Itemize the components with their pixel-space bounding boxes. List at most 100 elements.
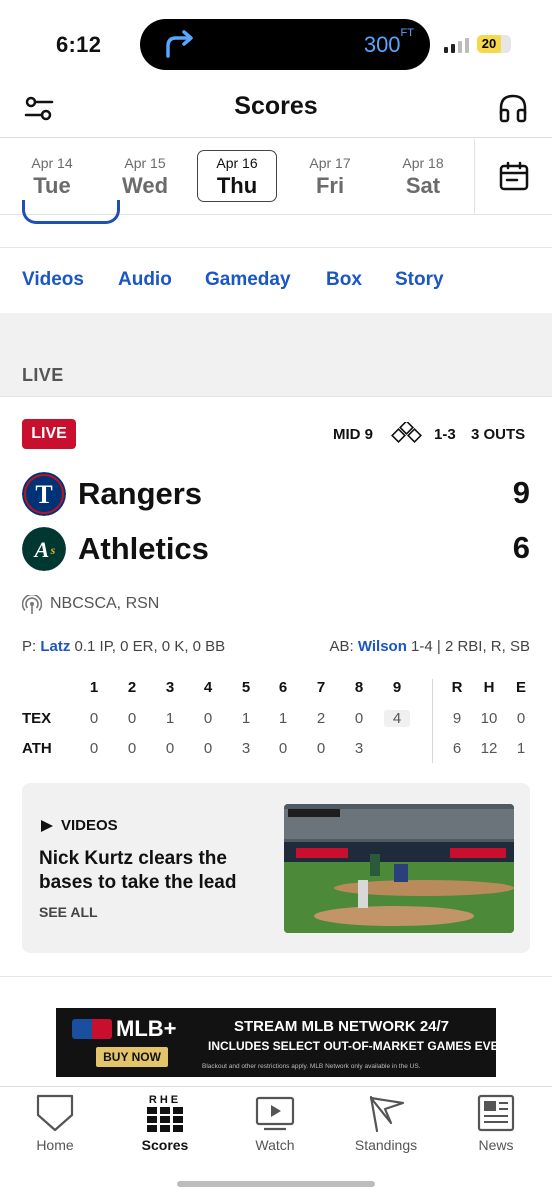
video-label-text: VIDEOS bbox=[61, 817, 118, 834]
ad-banner[interactable]: MLB+ BUY NOW STREAM MLB NETWORK 24/7 INC… bbox=[56, 1008, 496, 1077]
partial-button[interactable] bbox=[22, 200, 120, 224]
calendar-button[interactable] bbox=[474, 139, 552, 214]
date-tab-thu[interactable]: Apr 16 Thu bbox=[197, 150, 277, 202]
link-gameday[interactable]: Gameday bbox=[205, 269, 291, 291]
hits-cell: 10 bbox=[480, 710, 498, 727]
battery-level: 20 bbox=[481, 36, 497, 51]
bases-diamond-icon bbox=[391, 422, 422, 443]
tab-home[interactable]: Home bbox=[0, 1093, 110, 1153]
svg-text:A: A bbox=[33, 537, 50, 562]
date-tab-sat[interactable]: Apr 18 Sat bbox=[383, 150, 463, 202]
scores-icon-label: RHE bbox=[149, 1094, 181, 1106]
link-box[interactable]: Box bbox=[326, 269, 362, 291]
headphones-icon[interactable] bbox=[498, 92, 528, 124]
inning-header: 5 bbox=[241, 679, 251, 696]
linescore[interactable]: 1 2 3 4 5 6 7 8 9 R H E TEX 0 0 1 0 1 1 … bbox=[0, 679, 552, 769]
watch-tv-icon bbox=[255, 1096, 295, 1131]
home-team-row[interactable]: A s Athletics 6 bbox=[22, 527, 532, 571]
date-tab-month-day: Apr 18 bbox=[402, 155, 444, 171]
runs-header: R bbox=[451, 679, 463, 696]
inning-header: 4 bbox=[203, 679, 213, 696]
date-tab-fri[interactable]: Apr 17 Fri bbox=[290, 150, 370, 202]
batter-name[interactable]: Wilson bbox=[358, 638, 407, 655]
home-plate-icon bbox=[36, 1094, 74, 1132]
pitcher-name[interactable]: Latz bbox=[40, 638, 70, 655]
ad-disclaimer: Blackout and other restrictions apply. M… bbox=[202, 1063, 421, 1070]
date-tab-weekday: Wed bbox=[121, 173, 169, 198]
broadcast-icon bbox=[22, 595, 42, 614]
date-tab-month-day: Apr 16 bbox=[216, 155, 258, 171]
navigation-distance: 300FT bbox=[363, 26, 414, 57]
page-title: Scores bbox=[234, 92, 318, 120]
batter-prefix: AB: bbox=[329, 638, 354, 655]
inning-status: MID 9 bbox=[333, 426, 374, 443]
inning-header: 7 bbox=[316, 679, 326, 696]
errors-header: E bbox=[515, 679, 526, 696]
runs-cell: 9 bbox=[452, 710, 462, 727]
video-title[interactable]: Nick Kurtz clears the bases to take the … bbox=[39, 847, 259, 895]
tab-news-label: News bbox=[478, 1137, 514, 1153]
inning-cell: 3 bbox=[241, 740, 251, 757]
linescore-divider bbox=[432, 679, 433, 763]
pitcher-line: P: Latz 0.1 IP, 0 ER, 0 K, 0 BB bbox=[22, 638, 225, 655]
inning-cell: 1 bbox=[278, 710, 288, 727]
linescore-away-team: TEX bbox=[22, 710, 52, 727]
date-tab-tue[interactable]: Apr 14 Tue bbox=[12, 150, 92, 202]
app-header: Scores bbox=[0, 88, 552, 138]
ad-brand-text: MLB+ bbox=[116, 1016, 177, 1041]
athletics-logo-icon: A s bbox=[22, 527, 66, 571]
buy-now-button[interactable]: BUY NOW bbox=[96, 1047, 168, 1067]
tab-standings-label: Standings bbox=[354, 1137, 418, 1153]
game-links: Videos Audio Gameday Box Story bbox=[0, 247, 552, 313]
tab-scores[interactable]: RHE Scores bbox=[110, 1093, 220, 1153]
see-all-link[interactable]: SEE ALL bbox=[39, 904, 98, 920]
linescore-home-team: ATH bbox=[22, 740, 52, 757]
link-story[interactable]: Story bbox=[395, 269, 444, 291]
date-tab-weekday: Thu bbox=[216, 173, 258, 198]
inning-cell: 0 bbox=[127, 740, 137, 757]
inning-cell: 0 bbox=[203, 740, 213, 757]
inning-cell: 0 bbox=[89, 740, 99, 757]
link-videos[interactable]: Videos bbox=[22, 269, 84, 291]
inning-header: 8 bbox=[354, 679, 364, 696]
date-tab-month-day: Apr 15 bbox=[124, 155, 166, 171]
inning-cell: 0 bbox=[278, 740, 288, 757]
inning-header: 1 bbox=[89, 679, 99, 696]
link-audio[interactable]: Audio bbox=[118, 269, 172, 291]
rangers-logo-icon: T bbox=[22, 472, 66, 516]
calendar-icon bbox=[499, 161, 529, 191]
outs-count: 3 OUTS bbox=[471, 426, 526, 443]
video-card[interactable]: VIDEOS Nick Kurtz clears the bases to ta… bbox=[22, 783, 530, 953]
inning-cell: 1 bbox=[165, 710, 175, 727]
away-team-row[interactable]: T Rangers 9 bbox=[22, 472, 532, 516]
video-thumbnail[interactable] bbox=[284, 804, 514, 933]
tab-standings[interactable]: Standings bbox=[331, 1093, 441, 1153]
pitch-count: 1-3 bbox=[434, 426, 456, 443]
away-team-name: Rangers bbox=[78, 476, 203, 511]
date-tab-weekday: Tue bbox=[33, 173, 71, 198]
play-icon bbox=[41, 820, 53, 832]
tab-watch[interactable]: Watch bbox=[220, 1093, 330, 1153]
date-tab-month-day: Apr 14 bbox=[31, 155, 73, 171]
current-inning-cell: 4 bbox=[384, 710, 410, 727]
away-team-score: 9 bbox=[512, 475, 530, 510]
pitcher-prefix: P: bbox=[22, 638, 37, 655]
tab-news[interactable]: News bbox=[441, 1093, 551, 1153]
status-bar: 6:12 300FT 20 bbox=[0, 0, 552, 88]
tab-scores-label: Scores bbox=[141, 1137, 189, 1153]
inning-cell: 0 bbox=[203, 710, 213, 727]
date-tab-wed[interactable]: Apr 15 Wed bbox=[105, 150, 185, 202]
ad-subhead: INCLUDES SELECT OUT-OF-MARKET GAMES EVER… bbox=[208, 1039, 496, 1053]
section-divider bbox=[0, 976, 552, 977]
inning-cell: 0 bbox=[354, 710, 364, 727]
errors-cell: 0 bbox=[516, 710, 526, 727]
svg-text:s: s bbox=[50, 543, 56, 557]
inning-cell: 2 bbox=[316, 710, 326, 727]
date-tab-weekday: Sat bbox=[405, 173, 441, 198]
dynamic-island[interactable]: 300FT bbox=[140, 19, 430, 70]
hits-cell: 12 bbox=[480, 740, 498, 757]
battery-icon: 20 bbox=[477, 35, 511, 53]
home-team-score: 6 bbox=[512, 530, 530, 565]
turn-right-arrow-icon bbox=[166, 30, 193, 58]
home-indicator[interactable] bbox=[177, 1181, 375, 1187]
